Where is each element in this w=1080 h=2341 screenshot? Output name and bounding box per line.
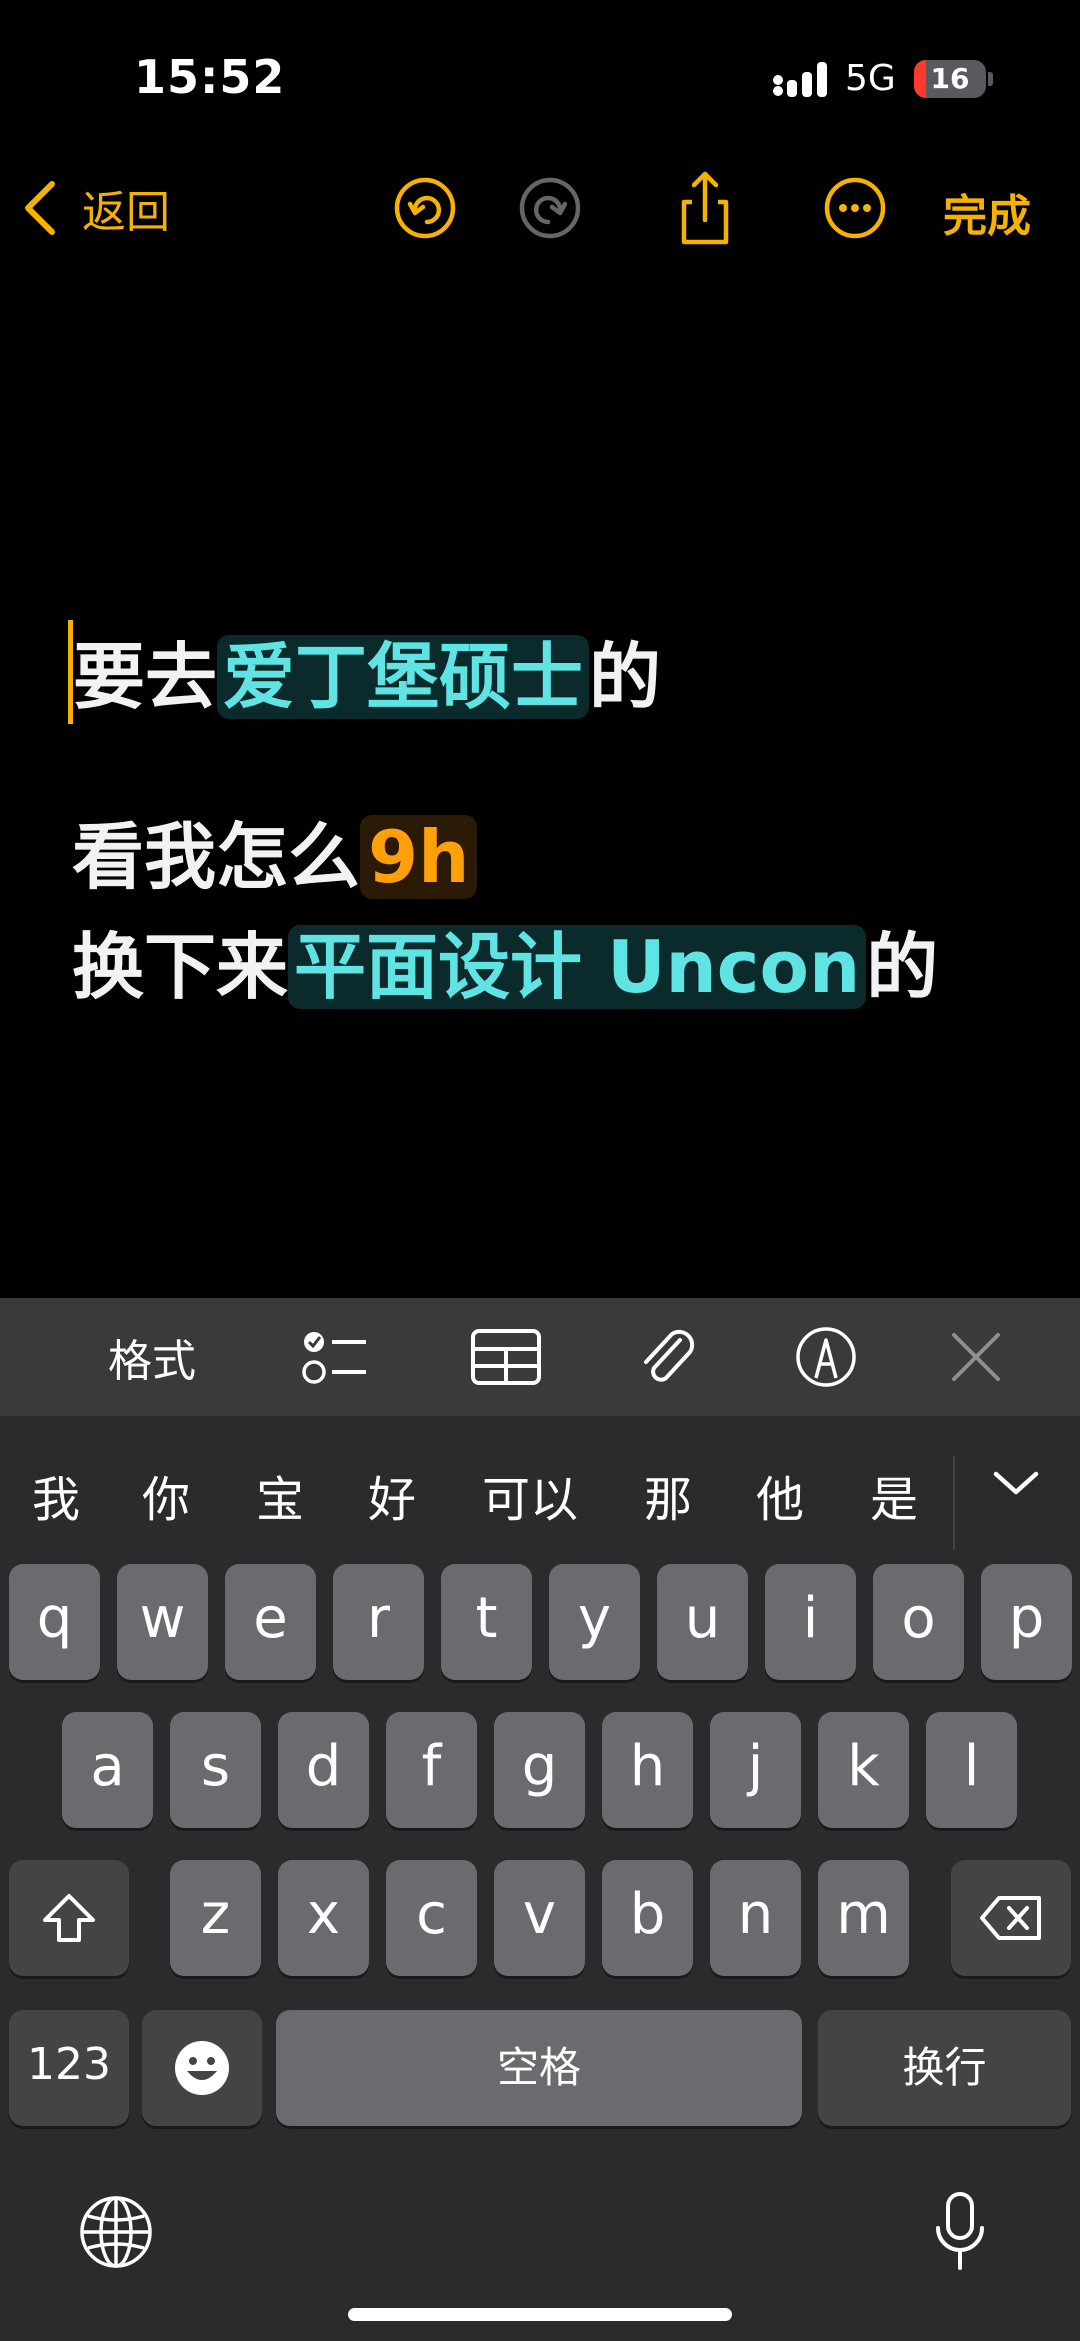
note-text: 的 bbox=[589, 635, 662, 719]
key-h[interactable]: h bbox=[602, 1712, 693, 1828]
home-indicator[interactable] bbox=[348, 2308, 732, 2321]
battery-cap bbox=[988, 72, 993, 86]
done-button[interactable]: 完成 bbox=[943, 180, 1031, 244]
key-j[interactable]: j bbox=[710, 1712, 801, 1828]
key-n[interactable]: n bbox=[710, 1860, 801, 1976]
close-icon[interactable] bbox=[950, 1326, 1002, 1388]
status-time: 15:52 bbox=[134, 50, 286, 104]
key-b[interactable]: b bbox=[602, 1860, 693, 1976]
share-icon[interactable] bbox=[670, 168, 740, 248]
key-y[interactable]: y bbox=[549, 1564, 640, 1680]
battery-indicator: 16 bbox=[914, 60, 986, 98]
key-z[interactable]: z bbox=[170, 1860, 261, 1976]
key-o[interactable]: o bbox=[873, 1564, 964, 1680]
note-line-2: 看我怎么 9h bbox=[72, 802, 1032, 912]
signal-icon bbox=[773, 62, 827, 97]
key-p[interactable]: p bbox=[981, 1564, 1072, 1680]
return-key[interactable]: 换行 bbox=[818, 2010, 1071, 2126]
format-button[interactable]: 格式 bbox=[108, 1326, 196, 1388]
format-toolbar: 格式 bbox=[0, 1298, 1080, 1416]
note-line-1: 要去爱丁堡硕士的 bbox=[68, 620, 1032, 730]
candidate-item[interactable]: 我 bbox=[32, 1460, 80, 1530]
highlight-text: 爱丁堡硕士 bbox=[217, 635, 590, 719]
globe-icon[interactable] bbox=[78, 2194, 154, 2270]
key-u[interactable]: u bbox=[657, 1564, 748, 1680]
numbers-key[interactable]: 123 bbox=[9, 2010, 129, 2126]
candidate-divider bbox=[953, 1456, 955, 1550]
back-button[interactable]: 返回 bbox=[22, 178, 170, 238]
microphone-icon[interactable] bbox=[932, 2190, 988, 2274]
candidate-item[interactable]: 他 bbox=[756, 1460, 804, 1530]
note-text: 换下来 bbox=[72, 925, 289, 1009]
emoji-key[interactable] bbox=[142, 2010, 262, 2126]
key-l[interactable]: l bbox=[926, 1712, 1017, 1828]
emoji-icon bbox=[175, 2041, 229, 2095]
key-c[interactable]: c bbox=[386, 1860, 477, 1976]
more-icon[interactable] bbox=[820, 168, 890, 248]
key-v[interactable]: v bbox=[494, 1860, 585, 1976]
shift-icon bbox=[43, 1894, 95, 1942]
chevron-down-icon[interactable] bbox=[988, 1464, 1044, 1504]
table-icon[interactable] bbox=[470, 1326, 542, 1388]
back-label: 返回 bbox=[82, 187, 170, 238]
shift-key[interactable] bbox=[9, 1860, 129, 1976]
delete-key[interactable] bbox=[951, 1860, 1071, 1976]
key-x[interactable]: x bbox=[278, 1860, 369, 1976]
undo-icon[interactable] bbox=[390, 168, 460, 248]
key-k[interactable]: k bbox=[818, 1712, 909, 1828]
redo-icon[interactable] bbox=[515, 168, 585, 248]
candidate-item[interactable]: 是 bbox=[870, 1460, 918, 1530]
note-text: 要去 bbox=[73, 635, 218, 719]
candidate-item[interactable]: 可以 bbox=[482, 1460, 578, 1530]
candidate-item[interactable]: 那 bbox=[644, 1460, 692, 1530]
key-m[interactable]: m bbox=[818, 1860, 909, 1976]
highlight-text: 平面设计 Uncon bbox=[288, 925, 867, 1009]
candidate-item[interactable]: 宝 bbox=[256, 1460, 304, 1530]
highlight-text: 9h bbox=[360, 815, 478, 899]
key-a[interactable]: a bbox=[62, 1712, 153, 1828]
key-w[interactable]: w bbox=[117, 1564, 208, 1680]
key-g[interactable]: g bbox=[494, 1712, 585, 1828]
chevron-left-icon bbox=[25, 181, 55, 235]
key-r[interactable]: r bbox=[333, 1564, 424, 1680]
key-q[interactable]: q bbox=[9, 1564, 100, 1680]
candidate-bar: 我 你 宝 好 可以 那 他 是 bbox=[0, 1418, 1080, 1558]
key-t[interactable]: t bbox=[441, 1564, 532, 1680]
key-i[interactable]: i bbox=[765, 1564, 856, 1680]
candidate-item[interactable]: 你 bbox=[142, 1460, 190, 1530]
key-f[interactable]: f bbox=[386, 1712, 477, 1828]
space-key[interactable]: 空格 bbox=[276, 2010, 802, 2126]
network-type: 5G bbox=[845, 58, 896, 99]
markup-pen-icon[interactable] bbox=[795, 1326, 857, 1388]
battery-percent: 16 bbox=[930, 62, 970, 95]
note-text: 的 bbox=[866, 925, 939, 1009]
note-text: 看我怎么 bbox=[72, 815, 361, 899]
candidate-item[interactable]: 好 bbox=[368, 1460, 416, 1530]
backspace-icon bbox=[980, 1896, 1041, 1940]
key-d[interactable]: d bbox=[278, 1712, 369, 1828]
key-s[interactable]: s bbox=[170, 1712, 261, 1828]
attachment-icon[interactable] bbox=[636, 1326, 700, 1388]
checklist-icon[interactable] bbox=[300, 1326, 370, 1388]
keyboard: 格式 我 你 宝 好 可以 那 他 是 q w e r t y u i o p … bbox=[0, 1298, 1080, 2341]
key-e[interactable]: e bbox=[225, 1564, 316, 1680]
note-line-3: 换下来平面设计 Uncon的 bbox=[72, 912, 1032, 1022]
note-body[interactable]: 要去爱丁堡硕士的 看我怎么 9h 换下来平面设计 Uncon的 bbox=[68, 620, 1032, 1022]
